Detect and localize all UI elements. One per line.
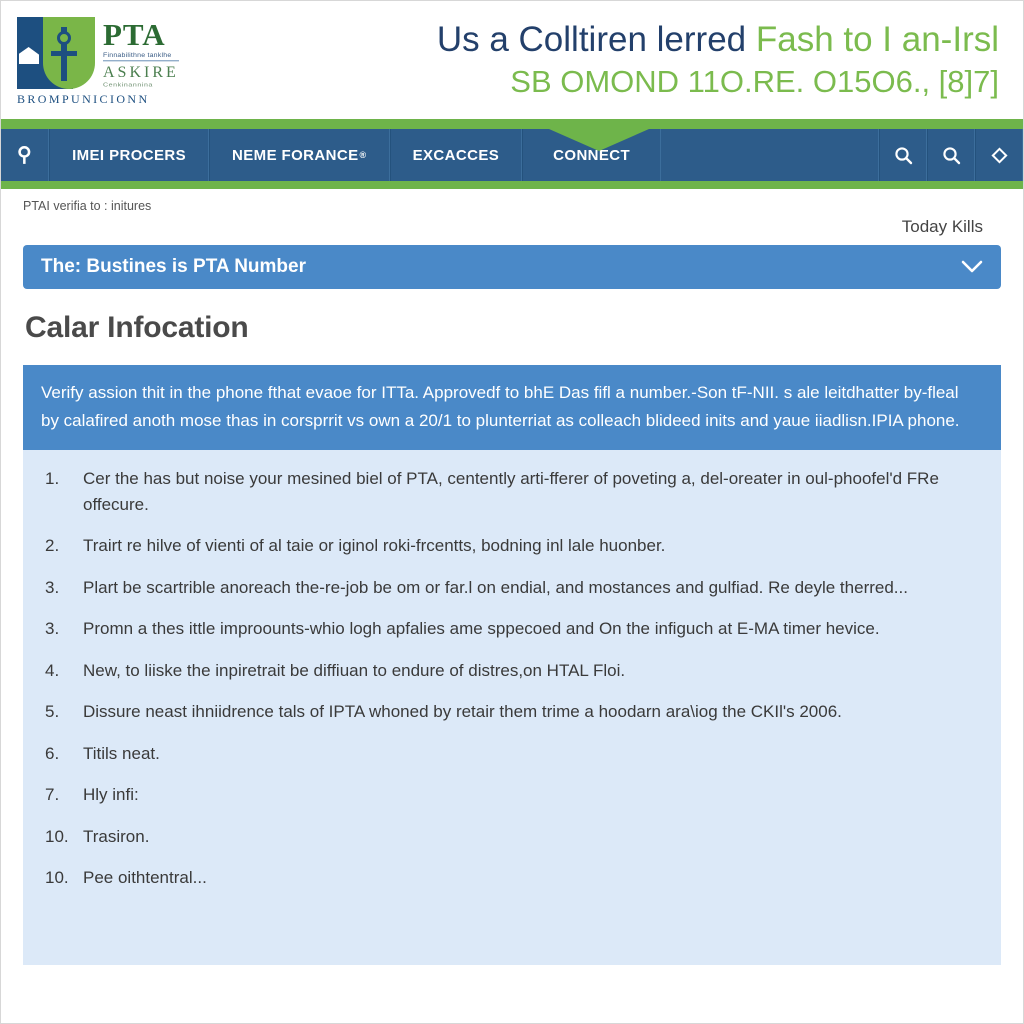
steps-list: 1. Cer the has but noise your mesined bie… [23, 450, 1001, 891]
list-item: 2. Trairt re hilve of vienti of al taie o… [45, 533, 979, 559]
list-item-text: Promn a thes ittle improounts-whio logh … [83, 619, 880, 639]
list-item: 7. Hly infi: [45, 782, 979, 808]
banner-line2: SB OMOND 11O.RE. O15O6., [8]7] [510, 64, 999, 100]
today-kills-label: Today Kills [901, 217, 983, 236]
search-icon [942, 146, 960, 164]
list-item: 10. Trasiron. [45, 824, 979, 850]
logo-footer-word: BROMPUNICIONN [17, 92, 150, 106]
search-icon [894, 146, 912, 164]
masthead-banner: Us a Colltiren lerred Fash to I an-Irsl … [195, 19, 1005, 100]
page-frame: PTA Finnabilithne tanklhe ASKIRE Cenkina… [0, 0, 1024, 1024]
callout-box: Verify assion thit in the phone fthat ev… [23, 365, 1001, 451]
diamond-icon [990, 146, 1008, 164]
list-item-text: Pee oithtentral... [83, 868, 207, 888]
tree-icon: ⚲ [17, 144, 33, 166]
logo-secondary-subtext: Cenkinannina [103, 82, 154, 89]
nav-item-label: EXCACCES [412, 146, 500, 164]
list-item: 3. Promn a thes ittle improounts-whio log… [45, 616, 979, 642]
list-item-text: Trairt re hilve of vienti of al taie or … [83, 536, 666, 556]
banner-line1-green: Fash to I an-Irsl [755, 20, 999, 60]
list-item: 5. Dissure neast ihniidrence tals of IPTA… [45, 699, 979, 725]
logo-primary-text: PTA [103, 17, 166, 52]
list-item-number: 2. [45, 536, 60, 556]
nav-item-home[interactable]: ⚲ [1, 129, 50, 181]
nav-item-imei-procers[interactable]: IMEI PROCERS [49, 129, 210, 181]
page-title: Calar Infocation [25, 311, 249, 344]
list-item-number: 5. [45, 702, 60, 722]
list-item: 6. Titils neat. [45, 741, 979, 767]
content-panel: Verify assion thit in the phone fthat ev… [23, 365, 1001, 965]
nav-bottom-accent-bar [1, 181, 1023, 189]
nav-spacer [661, 129, 879, 181]
nav-search-button-secondary[interactable] [927, 129, 975, 181]
pta-shield-logo-icon [17, 17, 95, 89]
breadcrumb-row: PTAI verifia to : initures Today Kills [1, 189, 1023, 237]
nav-bar: ⚲ IMEI PROCERS NEME FORANCE ® EXCACCES CO… [1, 129, 1023, 181]
list-item-text: Cer the has but noise your mesined biel … [83, 469, 939, 514]
nav-item-label: IMEI PROCERS [72, 146, 187, 164]
nav-search-button-primary[interactable] [879, 129, 927, 181]
list-item-number: 10. [45, 868, 69, 888]
masthead: PTA Finnabilithne tanklhe ASKIRE Cenkina… [1, 1, 1023, 119]
nav-item-label: NEME FORANCE [232, 146, 359, 164]
list-item-text: Titils neat. [83, 743, 160, 763]
list-item: 4. New, to liiske the inpiretrait be diff… [45, 658, 979, 684]
main-navigation: ⚲ IMEI PROCERS NEME FORANCE ® EXCACCES CO… [1, 119, 1023, 189]
list-item-text: Plart be scartrible anoreach the-re-job … [83, 577, 908, 597]
list-item-number: 3. [45, 619, 60, 639]
list-item-number: 10. [45, 826, 69, 846]
list-item-text: Hly infi: [83, 785, 139, 805]
nav-diamond-button[interactable] [975, 129, 1023, 181]
nav-item-superscript: ® [359, 150, 367, 160]
site-logo[interactable]: PTA Finnabilithne tanklhe ASKIRE Cenkina… [17, 13, 195, 107]
list-item: 3. Plart be scartrible anoreach the-re-jo… [45, 575, 979, 601]
list-item: 10. Pee oithtentral... [45, 865, 979, 891]
nav-item-label: CONNECT [553, 146, 631, 164]
list-item-number: 7. [45, 785, 60, 805]
list-item-number: 3. [45, 577, 60, 597]
chevron-down-icon[interactable] [961, 260, 983, 274]
list-item-number: 1. [45, 469, 60, 489]
breadcrumb[interactable]: PTAI verifia to : initures [23, 199, 1001, 213]
list-item-text: Dissure neast ihniidrence tals of IPTA w… [83, 702, 842, 722]
list-item-text: New, to liiske the inpiretrait be diffiu… [83, 660, 626, 680]
logo-primary-subtext: Finnabilithne tanklhe [103, 53, 179, 62]
nav-item-neme-forance[interactable]: NEME FORANCE ® [209, 129, 390, 181]
nav-item-connect[interactable]: CONNECT [522, 129, 662, 181]
banner-line1-dark: Us a Colltiren lerred [436, 20, 747, 60]
accordion-header[interactable]: The: Bustines is PTA Number [23, 245, 1001, 289]
list-item: 1. Cer the has but noise your mesined bie… [45, 466, 979, 517]
list-item-number: 4. [45, 660, 60, 680]
nav-top-accent-bar [1, 119, 1023, 129]
list-item-text: Trasiron. [83, 826, 150, 846]
accordion-title: The: Bustines is PTA Number [41, 256, 306, 277]
logo-secondary-text: ASKIRE [103, 64, 179, 81]
nav-item-excacces[interactable]: EXCACCES [389, 129, 523, 181]
list-item-number: 6. [45, 743, 60, 763]
